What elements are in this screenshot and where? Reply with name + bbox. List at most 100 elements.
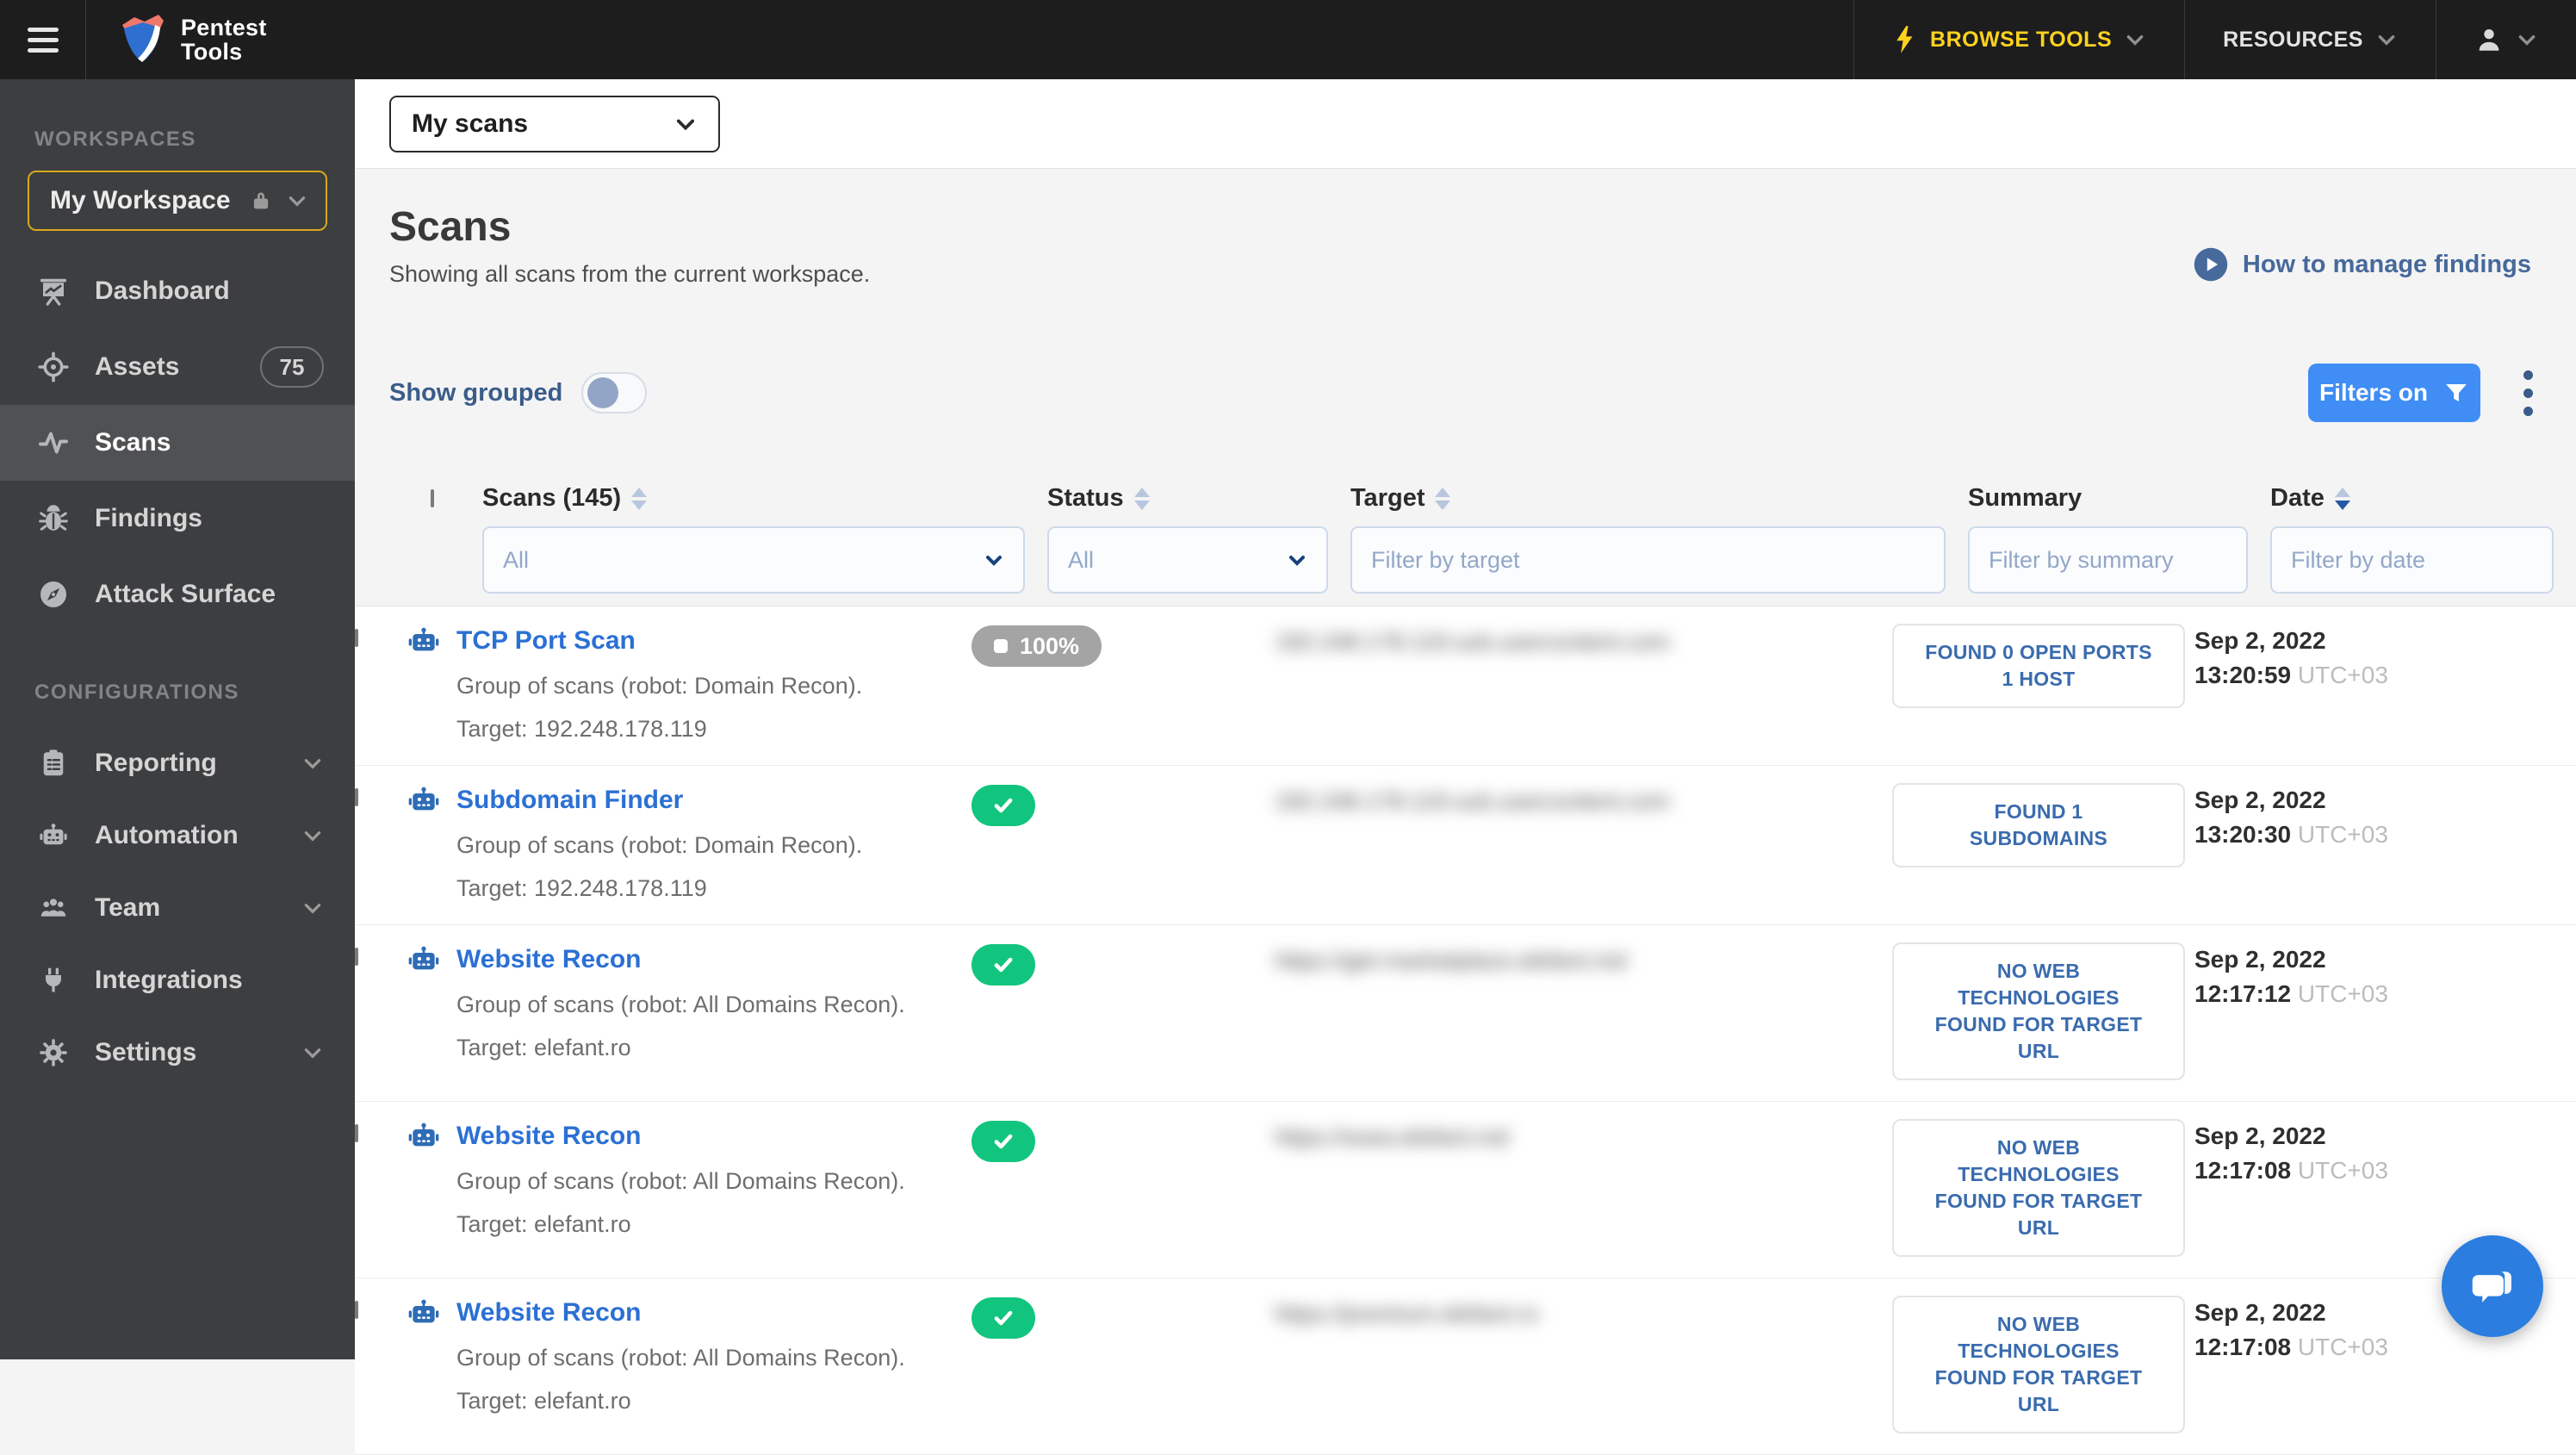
kebab-menu-button[interactable] xyxy=(2518,365,2538,421)
scan-target-note: Target: elefant.ro xyxy=(456,1032,971,1063)
sidebar-item[interactable]: Assets 75 xyxy=(0,329,355,405)
table-row: Website Recon Group of scans (robot: All… xyxy=(355,1278,2576,1455)
target-redacted-text: https://www.elefant.md xyxy=(1275,1119,1826,1151)
chevron-down-icon xyxy=(1287,550,1307,570)
sidebar-item-icon xyxy=(38,892,69,923)
scan-scope-select[interactable]: My scans xyxy=(389,96,720,152)
sort-icon[interactable] xyxy=(1134,488,1150,510)
status-badge xyxy=(971,1121,1035,1162)
sidebar-item-label: Team xyxy=(95,893,301,923)
chevron-down-icon xyxy=(301,752,324,774)
sidebar-item[interactable]: Findings xyxy=(0,481,355,557)
help-link-label: How to manage findings xyxy=(2243,251,2531,279)
browse-tools-label: BROWSE TOOLS xyxy=(1930,28,2112,53)
scan-name-link[interactable]: Website Recon xyxy=(456,945,642,974)
show-grouped-control[interactable]: Show grouped xyxy=(389,372,647,413)
browse-tools-menu[interactable]: BROWSE TOOLS xyxy=(1853,0,2184,79)
scan-description: Group of scans (robot: Domain Recon). xyxy=(456,830,971,861)
table-header-row: Scans (145) Status Target Summary Date xyxy=(355,484,2576,513)
column-header-target[interactable]: Target xyxy=(1350,484,1968,513)
sidebar-item[interactable]: Team xyxy=(0,872,355,944)
scan-date: Sep 2, 2022 xyxy=(2194,783,2576,818)
show-grouped-label: Show grouped xyxy=(389,379,562,407)
scan-time: 12:17:12 xyxy=(2194,980,2291,1007)
chevron-down-icon xyxy=(301,897,324,919)
hamburger-menu-button[interactable] xyxy=(0,0,86,79)
stop-icon xyxy=(994,639,1008,653)
summary-badge[interactable]: NO WEBTECHNOLOGIESFOUND FOR TARGETURL xyxy=(1892,1296,2185,1433)
how-to-manage-findings-link[interactable]: How to manage findings xyxy=(2193,246,2531,288)
sidebar-item[interactable]: Attack Surface xyxy=(0,557,355,632)
resources-menu[interactable]: RESOURCES xyxy=(2184,0,2436,79)
target-redacted-text: https://get-marketplace.elefant.md xyxy=(1275,942,1826,974)
workspace-selector[interactable]: My Workspace xyxy=(28,171,327,231)
date-filter-input[interactable]: Filter by date xyxy=(2270,526,2554,594)
date-cell: Sep 2, 2022 12:17:12 UTC+03 xyxy=(2194,942,2576,1080)
filter-icon xyxy=(2443,380,2469,406)
target-redacted-text: 192.248.178.119.sub.usercontent.com xyxy=(1275,783,1826,815)
sort-icon[interactable] xyxy=(1435,488,1450,510)
summary-filter-input[interactable]: Filter by summary xyxy=(1968,526,2248,594)
scan-type-filter-select[interactable]: All xyxy=(482,526,1025,594)
show-grouped-toggle[interactable] xyxy=(581,372,647,413)
sort-icon[interactable] xyxy=(2335,488,2350,510)
robot-icon xyxy=(407,942,441,977)
table-filter-row: All All Filter by target Filter by summa… xyxy=(355,526,2576,594)
row-checkbox[interactable] xyxy=(355,788,358,806)
sidebar-item[interactable]: Automation xyxy=(0,799,355,872)
sidebar-item-label: Attack Surface xyxy=(95,580,324,609)
target-redacted-text: https://premium.elefant.ro xyxy=(1275,1296,1826,1328)
summary-badge[interactable]: NO WEBTECHNOLOGIESFOUND FOR TARGETURL xyxy=(1892,1119,2185,1257)
scan-date: Sep 2, 2022 xyxy=(2194,624,2576,658)
target-filter-input[interactable]: Filter by target xyxy=(1350,526,1946,594)
status-filter-select[interactable]: All xyxy=(1047,526,1328,594)
sidebar-item-icon xyxy=(38,427,69,458)
sidebar-item[interactable]: Reporting xyxy=(0,727,355,799)
brand-logo[interactable]: Pentest Tools xyxy=(86,0,298,79)
scan-target-note: Target: elefant.ro xyxy=(456,1385,971,1416)
workspaces-section-label: WORKSPACES xyxy=(34,127,355,152)
scan-name-link[interactable]: TCP Port Scan xyxy=(456,626,636,656)
summary-badge[interactable]: FOUND 1SUBDOMAINS xyxy=(1892,783,2185,867)
sidebar-item[interactable]: Scans xyxy=(0,405,355,481)
chat-widget-button[interactable] xyxy=(2442,1235,2543,1337)
scan-name-link[interactable]: Subdomain Finder xyxy=(456,786,683,815)
row-checkbox[interactable] xyxy=(355,1301,358,1319)
scan-timezone: UTC+03 xyxy=(2298,980,2388,1007)
summary-badge[interactable]: FOUND 0 OPEN PORTS1 HOST xyxy=(1892,624,2185,708)
column-header-date[interactable]: Date xyxy=(2270,484,2576,513)
robot-icon xyxy=(407,783,441,818)
table-row: Website Recon Group of scans (robot: All… xyxy=(355,925,2576,1102)
sidebar-item-icon xyxy=(38,579,69,610)
row-checkbox[interactable] xyxy=(355,948,358,966)
lock-icon xyxy=(248,188,274,214)
sidebar-item[interactable]: Integrations xyxy=(0,944,355,1017)
row-checkbox[interactable] xyxy=(355,629,358,647)
status-badge: 100% xyxy=(971,625,1102,667)
summary-badge[interactable]: NO WEBTECHNOLOGIESFOUND FOR TARGETURL xyxy=(1892,942,2185,1080)
scan-scope-value: My scans xyxy=(412,109,673,139)
scan-name-link[interactable]: Website Recon xyxy=(456,1298,642,1328)
scan-timezone: UTC+03 xyxy=(2298,662,2388,688)
filters-on-button[interactable]: Filters on xyxy=(2308,364,2480,422)
column-header-status[interactable]: Status xyxy=(1047,484,1350,513)
scan-name-link[interactable]: Website Recon xyxy=(456,1122,642,1151)
sidebar-item-icon xyxy=(38,503,69,534)
table-row: TCP Port Scan Group of scans (robot: Dom… xyxy=(355,606,2576,766)
sort-icon[interactable] xyxy=(631,488,647,510)
select-all-checkbox[interactable] xyxy=(431,489,434,507)
sidebar-item-label: Automation xyxy=(95,821,301,850)
robot-icon xyxy=(407,1296,441,1330)
sidebar-item[interactable]: Settings xyxy=(0,1017,355,1089)
column-header-scans[interactable]: Scans (145) xyxy=(482,484,1047,513)
chat-icon xyxy=(2466,1259,2519,1313)
hamburger-icon xyxy=(28,28,59,53)
scan-time: 12:17:08 xyxy=(2194,1334,2291,1360)
scan-rows: TCP Port Scan Group of scans (robot: Dom… xyxy=(355,606,2576,1455)
sidebar-item-label: Dashboard xyxy=(95,277,324,306)
sidebar-item-label: Assets xyxy=(95,352,260,382)
table-controls: Show grouped Filters on xyxy=(355,364,2576,422)
account-menu[interactable] xyxy=(2436,0,2576,79)
sidebar-item[interactable]: Dashboard xyxy=(0,253,355,329)
row-checkbox[interactable] xyxy=(355,1124,358,1142)
